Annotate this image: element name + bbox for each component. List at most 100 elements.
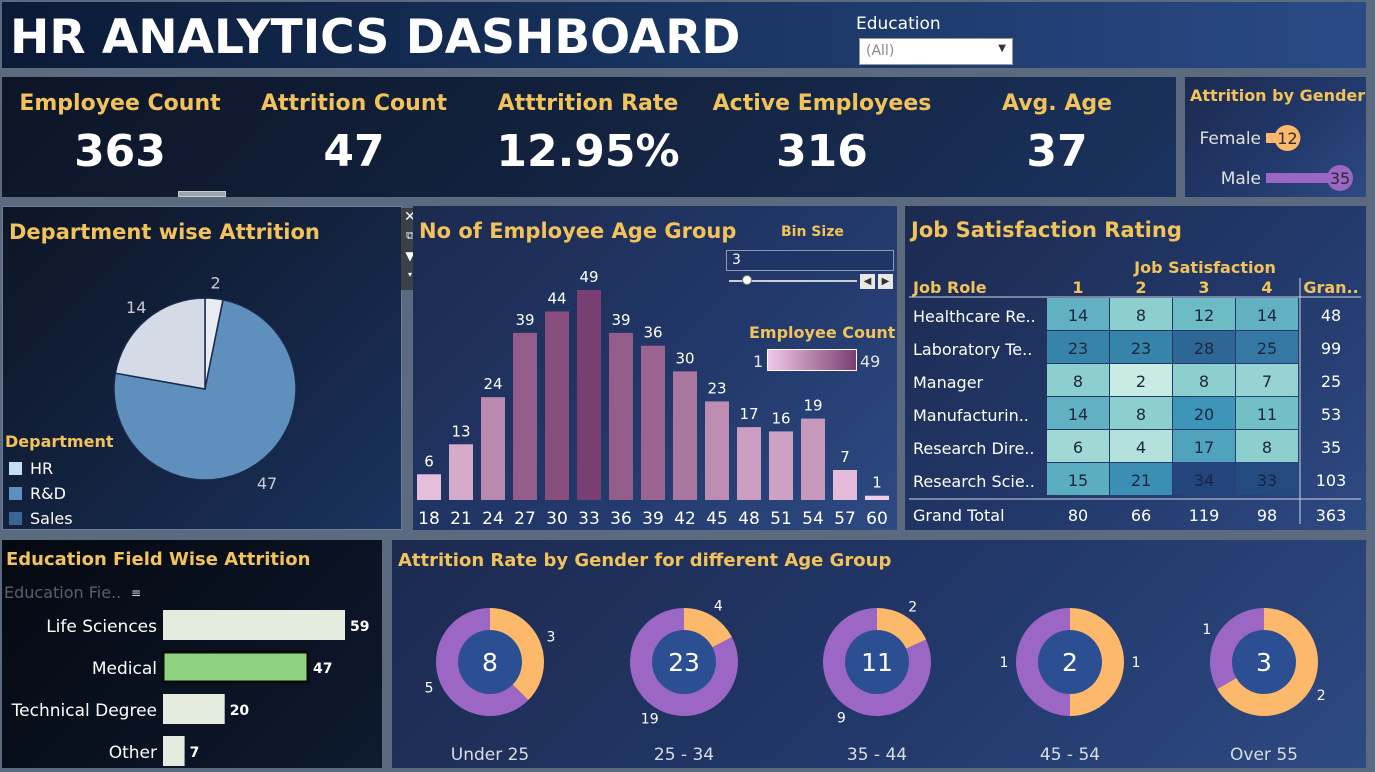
donut-age-group-label: Over 55 bbox=[1230, 745, 1298, 765]
age-bar-value-label: 16 bbox=[771, 409, 790, 427]
age-tick-label: 42 bbox=[674, 509, 696, 529]
job-role-label: Healthcare Re.. bbox=[913, 307, 1036, 326]
job-role-label: Manager bbox=[913, 373, 984, 392]
age-bar-value-label: 49 bbox=[579, 268, 598, 286]
age-tick-label: 60 bbox=[866, 509, 888, 529]
age-bar bbox=[609, 332, 633, 500]
age-bar-value-label: 36 bbox=[643, 324, 662, 342]
education-bar bbox=[163, 694, 225, 724]
age-bar-chart: 6 18 13 21 24 24 39 27 44 30 49 33 39 36 36 39 30 42 23 45 1… bbox=[417, 268, 889, 529]
age-tick-label: 45 bbox=[706, 509, 728, 529]
header-panel: HR ANALYTICS DASHBOARD Education (All) ▼ bbox=[2, 2, 1366, 68]
education-field-panel: Education Field Wise Attrition Education… bbox=[2, 540, 382, 768]
age-bar bbox=[545, 311, 569, 500]
kpi-value: 12.95% bbox=[496, 126, 680, 177]
heat-cell-value: 11 bbox=[1257, 405, 1277, 424]
heat-cell-value: 28 bbox=[1194, 339, 1214, 358]
age-bar bbox=[417, 474, 441, 500]
age-bar bbox=[641, 345, 665, 500]
donut-age-group-label: Under 25 bbox=[451, 745, 530, 765]
age-bar-value-label: 44 bbox=[547, 289, 566, 307]
row-total-value: 99 bbox=[1321, 339, 1341, 358]
column-header: 3 bbox=[1198, 278, 1209, 297]
age-tick-label: 30 bbox=[546, 509, 568, 529]
job-role-label: Research Dire.. bbox=[913, 439, 1034, 458]
legend-item[interactable]: HR bbox=[9, 456, 73, 481]
gender-label: Male bbox=[1221, 169, 1261, 189]
donut-male-value: 1 bbox=[1202, 622, 1211, 638]
heat-cell-value: 23 bbox=[1131, 339, 1151, 358]
donut-male-value: 1 bbox=[1000, 655, 1009, 671]
heat-cell-value: 4 bbox=[1136, 438, 1146, 457]
age-tick-label: 57 bbox=[834, 509, 856, 529]
age-gender-donut-panel: Attrition Rate by Gender for different A… bbox=[392, 540, 1366, 768]
donut-female-value: 1 bbox=[1132, 655, 1141, 671]
legend-item[interactable]: R&D bbox=[9, 481, 73, 506]
age-bar bbox=[865, 495, 889, 500]
age-bar-value-label: 7 bbox=[840, 448, 850, 466]
heat-cell-value: 21 bbox=[1131, 471, 1151, 490]
department-legend: HR R&D Sales bbox=[9, 456, 73, 529]
age-bar bbox=[833, 470, 857, 500]
kpi-label: Attrition Count bbox=[260, 91, 448, 116]
job-satisfaction-table: Job SatisfactionJob Role 1 2 3 4 Gran..Health… bbox=[909, 258, 1361, 525]
gender-value-label: 12 bbox=[1277, 129, 1297, 148]
education-bar bbox=[163, 736, 185, 766]
grand-total-value: 98 bbox=[1257, 506, 1277, 525]
heat-cell-value: 20 bbox=[1194, 405, 1214, 424]
grand-total-header: Gran.. bbox=[1303, 278, 1358, 297]
heat-cell-value: 33 bbox=[1257, 471, 1277, 490]
kpi-label: Employee Count bbox=[19, 91, 221, 116]
grand-total-value: 66 bbox=[1131, 506, 1151, 525]
donut-total-label: 8 bbox=[482, 648, 498, 677]
heat-cell-value: 2 bbox=[1136, 372, 1146, 391]
education-filter-label: Education bbox=[856, 14, 941, 34]
age-bar-value-label: 6 bbox=[424, 452, 434, 470]
kpi-active-employees: Active Employees 316 bbox=[707, 77, 937, 177]
row-total-value: 53 bbox=[1321, 405, 1341, 424]
heat-cell-value: 12 bbox=[1194, 306, 1214, 325]
grand-total-value: 80 bbox=[1068, 506, 1088, 525]
kpi-label: Atttrition Rate bbox=[497, 91, 679, 116]
donut-age-group-label: 25 - 34 bbox=[654, 745, 714, 765]
heat-cell-value: 8 bbox=[1136, 405, 1146, 424]
donut-age-group-label: 35 - 44 bbox=[847, 745, 907, 765]
age-tick-label: 36 bbox=[610, 509, 632, 529]
legend-swatch bbox=[9, 487, 22, 500]
kpi-avg-age: Avg. Age 37 bbox=[942, 77, 1172, 177]
education-field-label: Other bbox=[109, 743, 157, 763]
education-field-label: Medical bbox=[92, 659, 157, 679]
department-legend-title: Department bbox=[5, 432, 114, 451]
legend-label: Sales bbox=[30, 509, 73, 528]
legend-swatch bbox=[9, 462, 22, 475]
age-bar-value-label: 30 bbox=[675, 349, 694, 367]
legend-item[interactable]: Sales bbox=[9, 506, 73, 529]
age-bar bbox=[673, 371, 697, 500]
donut-total-label: 2 bbox=[1062, 648, 1078, 677]
kpi-employee-count: Employee Count 363 bbox=[5, 77, 235, 177]
heat-cell-value: 23 bbox=[1068, 339, 1088, 358]
education-bar-value: 20 bbox=[230, 703, 250, 719]
resize-handle[interactable] bbox=[178, 191, 226, 197]
age-tick-label: 33 bbox=[578, 509, 600, 529]
donut-age-group-label: 45 - 54 bbox=[1040, 745, 1100, 765]
kpi-label: Avg. Age bbox=[1001, 91, 1113, 116]
job-role-label: Manufacturin.. bbox=[913, 406, 1029, 425]
age-bar-value-label: 1 bbox=[872, 474, 882, 492]
donut-male-value: 5 bbox=[425, 680, 434, 696]
job-satisfaction-panel: Job Satisfaction Rating Job Satisfaction… bbox=[905, 206, 1366, 530]
gender-value-label: 35 bbox=[1330, 169, 1350, 188]
donut-male-value: 19 bbox=[641, 711, 659, 727]
age-bar bbox=[513, 332, 537, 500]
age-bar-value-label: 39 bbox=[611, 311, 630, 329]
legend-swatch bbox=[9, 512, 22, 525]
heat-cell-value: 8 bbox=[1136, 306, 1146, 325]
heat-cell-value: 8 bbox=[1073, 372, 1083, 391]
education-bar-value: 47 bbox=[313, 661, 332, 677]
age-tick-label: 27 bbox=[514, 509, 536, 529]
row-total-value: 25 bbox=[1321, 372, 1341, 391]
heat-cell-value: 8 bbox=[1199, 372, 1209, 391]
education-filter-select[interactable]: (All) ▼ bbox=[859, 38, 1013, 65]
donut-female-value: 2 bbox=[1317, 688, 1326, 704]
heat-cell-value: 8 bbox=[1262, 438, 1272, 457]
